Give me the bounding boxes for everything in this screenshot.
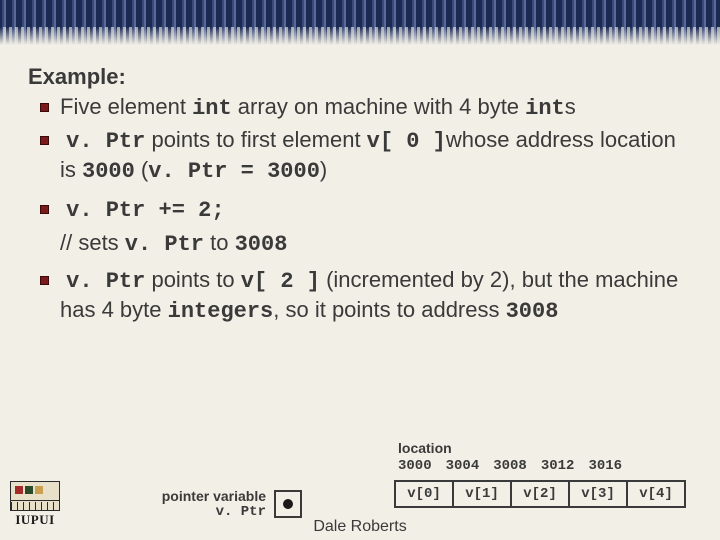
text: , so it points to address bbox=[273, 297, 505, 322]
decorative-top-border bbox=[0, 0, 720, 45]
footer-author: Dale Roberts bbox=[0, 518, 720, 536]
bullet-icon bbox=[40, 103, 49, 112]
array-cell: v[3] bbox=[568, 480, 628, 508]
code: v[ 0 ] bbox=[367, 129, 446, 154]
text: pointer variable bbox=[126, 488, 266, 504]
code: v. Ptr bbox=[66, 129, 145, 154]
bullet-3: v. Ptr += 2; bbox=[28, 195, 692, 225]
cells-row: v[0] v[1] v[2] v[3] v[4] bbox=[394, 480, 712, 508]
text: to bbox=[204, 230, 235, 255]
text: points to first element bbox=[145, 127, 366, 152]
bullet-2: v. Ptr points to first element v[ 0 ]who… bbox=[28, 126, 692, 185]
code: 3008 bbox=[506, 299, 559, 324]
slide-content: Example: Five element int array on machi… bbox=[0, 45, 720, 325]
pointer-box bbox=[274, 490, 302, 518]
dot-icon bbox=[283, 499, 293, 509]
code: int bbox=[525, 96, 565, 121]
code: v. Ptr bbox=[125, 232, 204, 257]
bullet-icon bbox=[40, 276, 49, 285]
addr: 3004 bbox=[446, 458, 480, 474]
array-cell: v[4] bbox=[626, 480, 686, 508]
text: ) bbox=[320, 157, 327, 182]
text: ( bbox=[135, 157, 148, 182]
location-label: location bbox=[398, 440, 452, 456]
memory-diagram: location 3000 3004 3008 3012 3016 v[0] v… bbox=[392, 458, 712, 508]
code: v. Ptr += 2; bbox=[66, 198, 224, 223]
code: int bbox=[192, 96, 232, 121]
code: v. Ptr = 3000 bbox=[148, 159, 320, 184]
bullet-1: Five element int array on machine with 4… bbox=[28, 93, 692, 123]
pointer-label: pointer variable v. Ptr bbox=[126, 488, 266, 520]
text: Five element bbox=[60, 94, 192, 119]
addr: 3000 bbox=[398, 458, 432, 474]
address-row: 3000 3004 3008 3012 3016 bbox=[398, 458, 712, 474]
array-cell: v[0] bbox=[394, 480, 454, 508]
comment-line: // sets v. Ptr to 3008 bbox=[28, 229, 692, 259]
array-cell: v[2] bbox=[510, 480, 570, 508]
text: // sets bbox=[60, 230, 125, 255]
bullet-4: v. Ptr points to v[ 2 ] (incremented by … bbox=[28, 266, 692, 325]
array-cell: v[1] bbox=[452, 480, 512, 508]
text: points to bbox=[145, 267, 240, 292]
code: 3000 bbox=[82, 159, 135, 184]
code: integers bbox=[168, 299, 274, 324]
text: array on machine with 4 byte bbox=[232, 94, 525, 119]
bullet-icon bbox=[40, 205, 49, 214]
code: v. Ptr bbox=[66, 269, 145, 294]
bullet-icon bbox=[40, 136, 49, 145]
pointer-diagram: pointer variable v. Ptr bbox=[126, 488, 336, 520]
addr: 3012 bbox=[541, 458, 575, 474]
code: 3008 bbox=[235, 232, 288, 257]
addr: 3016 bbox=[588, 458, 622, 474]
code: v[ 2 ] bbox=[241, 269, 320, 294]
text: s bbox=[565, 94, 576, 119]
logo-graphic bbox=[10, 481, 60, 511]
addr: 3008 bbox=[493, 458, 527, 474]
example-heading: Example: bbox=[28, 63, 692, 91]
